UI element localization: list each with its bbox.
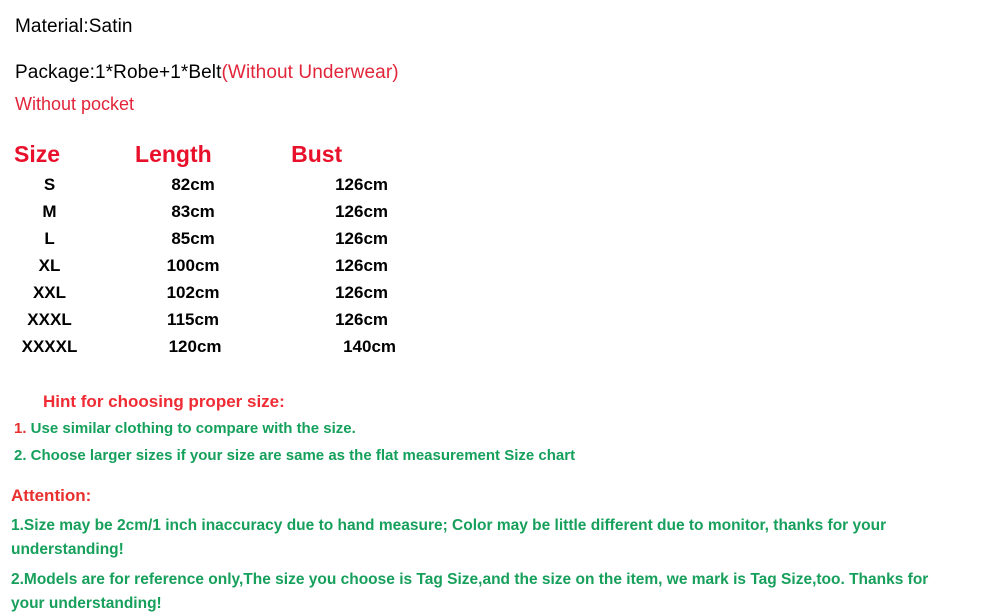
product-intro: Material:Satin Package:1*Robe+1*Belt(Wit… [15,14,955,117]
hint-item-2: 2. Choose larger sizes if your size are … [10,443,970,468]
cell-length: 83cm [171,202,215,221]
hint-title: Hint for choosing proper size: [43,392,285,411]
attention-title: Attention: [11,486,92,505]
cell-length: 115cm [167,310,220,329]
material-line: Material:Satin [15,16,133,37]
cell-length: 85cm [171,229,215,248]
column-header-bust: Bust [291,141,343,167]
cell-bust: 126cm [335,202,389,221]
cell-size: XXXL [27,310,72,329]
package-line: Package:1*Robe+1*Belt(Without Underwear) [15,60,955,86]
size-chart-table: Size Length Bust S 82cm 126cm M 83cm 126… [0,138,430,360]
cell-size: XL [38,256,61,275]
attention-item-2: 2.Models are for reference only,The size… [11,571,929,612]
attention-item-1: 1.Size may be 2cm/1 inch inaccuracy due … [11,517,887,558]
cell-size: XXL [32,283,67,302]
cell-bust: 140cm [343,337,397,356]
cell-length: 102cm [166,283,220,302]
cell-bust: 126cm [335,229,389,248]
column-header-size: Size [14,141,61,167]
size-chart-page: Material:Satin Package:1*Robe+1*Belt(Wit… [0,0,984,616]
cell-bust: 126cm [335,175,389,194]
table-row: XXXL 115cm 126cm [0,306,430,333]
hint-item-2-number: 2. [14,447,27,464]
package-contents-text: Package:1*Robe+1*Belt [15,62,222,83]
table-row: S 82cm 126cm [0,171,430,198]
column-header-length: Length [135,141,212,167]
hint-item-1-number: 1. [14,420,27,437]
table-row: L 85cm 126cm [0,225,430,252]
sizing-hint-section: Hint for choosing proper size: 1. Use si… [10,390,970,468]
table-row: XXXXL 120cm 140cm [0,333,430,360]
table-row: M 83cm 126cm [0,198,430,225]
cell-size: L [44,229,55,248]
cell-length: 120cm [168,337,222,356]
cell-bust: 126cm [335,310,389,329]
table-header-row: Size Length Bust [0,138,430,171]
cell-bust: 126cm [335,283,389,302]
hint-item-1: 1. Use similar clothing to compare with … [10,416,970,441]
cell-size: S [43,175,56,194]
cell-length: 100cm [166,256,220,275]
size-chart-body: S 82cm 126cm M 83cm 126cm L 85cm 126cm X… [0,171,430,360]
size-chart-header: Size Length Bust [0,138,430,171]
cell-size: XXXXL [21,337,78,356]
cell-size: M [42,202,57,221]
attention-section: Attention: 1.Size may be 2cm/1 inch inac… [11,484,973,616]
table-row: XXL 102cm 126cm [0,279,430,306]
cell-bust: 126cm [335,256,389,275]
package-note-text: (Without Underwear) [221,62,399,83]
pocket-note: Without pocket [15,94,135,114]
hint-item-2-text: Choose larger sizes if your size are sam… [26,447,576,464]
table-row: XL 100cm 126cm [0,252,430,279]
hint-item-1-text: Use similar clothing to compare with the… [26,420,356,437]
cell-length: 82cm [171,175,215,194]
